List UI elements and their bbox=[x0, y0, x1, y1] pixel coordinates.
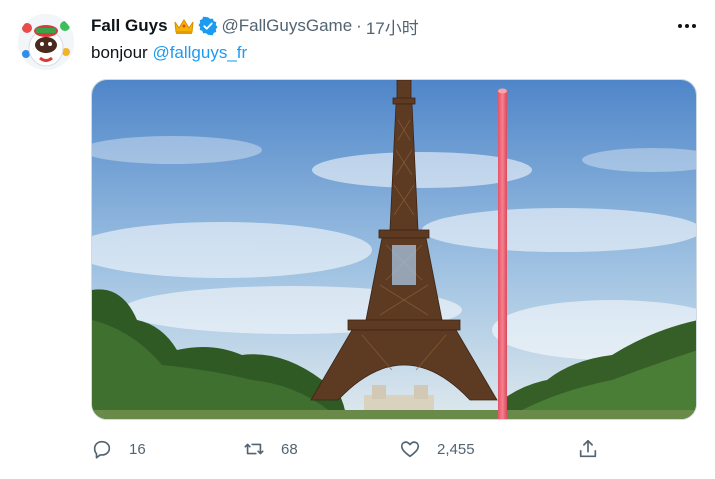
more-icon[interactable] bbox=[672, 14, 702, 38]
reply-icon bbox=[91, 438, 113, 460]
eiffel-tower-photo bbox=[92, 80, 696, 419]
timestamp[interactable]: 17小时 bbox=[366, 14, 419, 39]
like-count: 2,455 bbox=[437, 440, 475, 458]
separator-dot: · bbox=[356, 16, 362, 35]
share-icon bbox=[577, 438, 599, 460]
display-name[interactable]: Fall Guys bbox=[91, 16, 168, 36]
tweet-text: bonjour @fallguys_fr bbox=[91, 42, 247, 64]
reply-count: 16 bbox=[129, 440, 146, 458]
heart-icon bbox=[399, 438, 421, 460]
fall-guys-avatar-icon bbox=[18, 14, 74, 70]
share-button[interactable] bbox=[577, 434, 599, 464]
handle[interactable]: @FallGuysGame bbox=[222, 16, 353, 36]
verified-icon bbox=[198, 16, 218, 36]
reply-button[interactable]: 16 bbox=[91, 434, 146, 464]
tweet[interactable]: Fall Guys @FallGuysGame · 17小时 bonjour @… bbox=[0, 0, 715, 479]
tweet-text-prefix: bonjour bbox=[91, 43, 153, 62]
tweet-header: Fall Guys @FallGuysGame · 17小时 bbox=[91, 14, 419, 38]
retweet-count: 68 bbox=[281, 440, 298, 458]
avatar[interactable] bbox=[18, 14, 74, 70]
tweet-media[interactable] bbox=[91, 79, 697, 420]
retweet-button[interactable]: 68 bbox=[243, 434, 298, 464]
like-button[interactable]: 2,455 bbox=[399, 434, 475, 464]
crown-icon bbox=[173, 17, 195, 35]
retweet-icon bbox=[243, 438, 265, 460]
tweet-actions: 16 68 2,455 bbox=[91, 434, 697, 464]
mention-link[interactable]: @fallguys_fr bbox=[152, 43, 247, 62]
